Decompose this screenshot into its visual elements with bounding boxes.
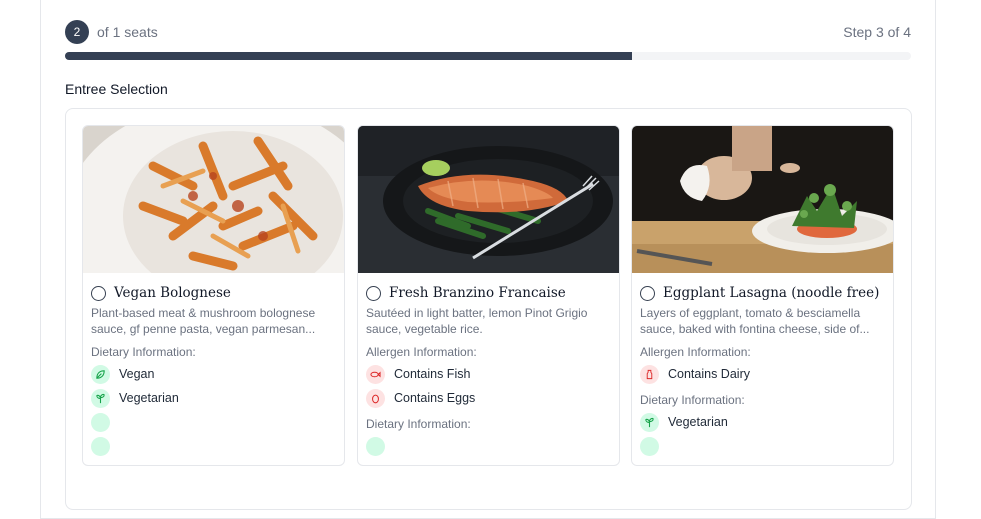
allergen-tag: Contains Fish (366, 364, 470, 384)
allergen-tag: Contains Dairy (640, 364, 750, 384)
card-title-row[interactable]: Eggplant Lasagna (noodle free) (640, 283, 887, 303)
section-title: Entree Selection (65, 81, 168, 97)
blank-icon (91, 412, 110, 432)
leaf-icon (91, 364, 110, 384)
entree-title: Eggplant Lasagna (noodle free) (663, 285, 880, 301)
dietary-tag (91, 436, 119, 456)
radio-button[interactable] (640, 285, 655, 301)
sprout-icon (640, 412, 659, 432)
entree-card-fresh-branzino-francaise[interactable]: Fresh Branzino Francaise Sautéed in ligh… (357, 125, 620, 466)
entree-description: Layers of eggplant, tomato & besciamella… (640, 305, 885, 337)
dietary-info-label: Dietary Information: (366, 417, 471, 431)
entree-card-vegan-bolognese[interactable]: Vegan Bolognese Plant-based meat & mushr… (82, 125, 345, 466)
pasta-dish-image (83, 126, 344, 273)
dietary-tag: Vegetarian (91, 388, 179, 408)
entree-description-text: Sautéed in light batter, lemon Pinot Gri… (366, 306, 588, 336)
fish-icon (366, 364, 385, 384)
seat-step-row: 2 of 1 seats Step 3 of 4 (65, 20, 911, 44)
dietary-tag (91, 412, 119, 432)
entree-description: Sautéed in light batter, lemon Pinot Gri… (366, 305, 611, 337)
progress-bar (65, 52, 911, 60)
entree-description-text: Plant-based meat & mushroom bolognese sa… (91, 306, 316, 336)
step-indicator: Step 3 of 4 (843, 24, 911, 40)
dietary-tag-label: Vegetarian (119, 391, 179, 405)
dietary-tag: Vegan (91, 364, 154, 384)
allergen-tag-label: Contains Fish (394, 367, 471, 381)
card-title-row[interactable]: Vegan Bolognese (91, 283, 338, 303)
allergen-info-label: Allergen Information: (640, 345, 751, 359)
allergen-tag: Contains Eggs (366, 388, 475, 408)
blank-icon (640, 436, 659, 456)
entree-description-text: Layers of eggplant, tomato & besciamella… (640, 306, 870, 336)
radio-button[interactable] (91, 285, 106, 301)
allergen-tag-label: Contains Eggs (394, 391, 476, 405)
progress-bar-fill (65, 52, 632, 60)
allergen-tag-label: Contains Dairy (668, 367, 750, 381)
blank-icon (91, 436, 110, 456)
dietary-info-label: Dietary Information: (91, 345, 196, 359)
dietary-tag: Vegetarian (640, 412, 728, 432)
dietary-tag-label: Vegan (119, 367, 155, 381)
entree-card-eggplant-lasagna[interactable]: Eggplant Lasagna (noodle free) Layers of… (631, 125, 894, 466)
sprout-icon (91, 388, 110, 408)
egg-icon (366, 388, 385, 408)
dietary-tag (640, 436, 668, 456)
card-title-row[interactable]: Fresh Branzino Francaise (366, 283, 613, 303)
lasagna-dish-image (632, 126, 893, 273)
dietary-tag-label: Vegetarian (668, 415, 728, 429)
entree-description: Plant-based meat & mushroom bolognese sa… (91, 305, 336, 337)
milk-icon (640, 364, 659, 384)
entree-title: Vegan Bolognese (114, 285, 231, 301)
radio-button[interactable] (366, 285, 381, 301)
allergen-info-label: Allergen Information: (366, 345, 477, 359)
blank-icon (366, 436, 385, 456)
dietary-tag (366, 436, 394, 456)
seat-number-badge: 2 (65, 20, 89, 44)
salmon-dish-image (358, 126, 619, 273)
seat-count-text: of 1 seats (97, 24, 158, 40)
entree-title: Fresh Branzino Francaise (389, 285, 566, 301)
dietary-info-label: Dietary Information: (640, 393, 745, 407)
